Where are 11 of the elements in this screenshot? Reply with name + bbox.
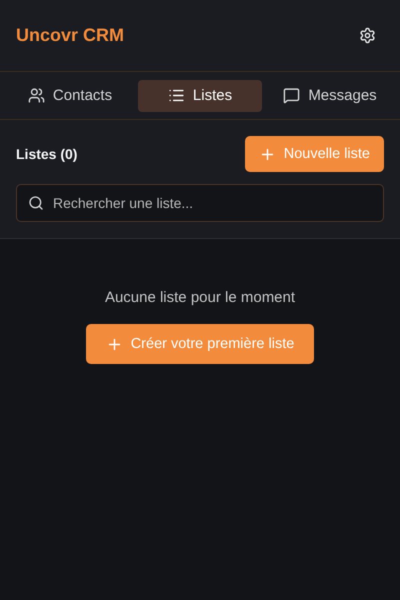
empty-message: Aucune liste pour le moment: [104, 289, 296, 306]
tab[interactable]: Messages: [268, 80, 392, 112]
users-icon: [28, 87, 45, 104]
app-title: Uncovr CRM: [16, 25, 124, 46]
lists-heading: Listes (0): [16, 146, 78, 162]
list-icon: [168, 87, 185, 104]
speech-bubble-icon: [283, 87, 300, 104]
tab[interactable]: Contacts: [8, 80, 132, 112]
search-icon: [28, 195, 44, 211]
search-field[interactable]: Rechercher une liste...: [16, 184, 384, 222]
tab[interactable]: Listes: [138, 80, 262, 112]
